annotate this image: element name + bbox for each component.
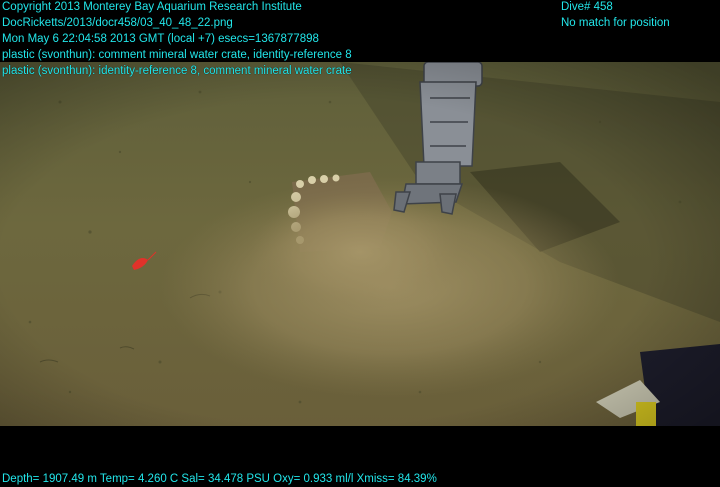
seafloor-image	[0, 62, 720, 426]
position-status-text: No match for position	[561, 17, 670, 29]
sensor-readout: Depth= 1907.49 m Temp= 4.260 C Sal= 34.4…	[2, 473, 437, 485]
copyright-text: Copyright 2013 Monterey Bay Aquarium Res…	[2, 1, 302, 13]
filename-text: DocRicketts/2013/docr458/03_40_48_22.png	[2, 17, 233, 29]
video-frame: Copyright 2013 Monterey Bay Aquarium Res…	[0, 0, 720, 486]
overlay-header-left: Copyright 2013 Monterey Bay Aquarium Res…	[2, 0, 352, 79]
dive-number-text: Dive# 458	[561, 1, 613, 13]
overlay-header-right: Dive# 458 No match for position	[561, 0, 670, 31]
annotation-line-1: plastic (svonthun): comment mineral wate…	[2, 49, 352, 61]
annotation-line-2: plastic (svonthun): identity-reference 8…	[2, 65, 352, 77]
timestamp-text: Mon May 6 22:04:58 2013 GMT (local +7) e…	[2, 33, 319, 45]
